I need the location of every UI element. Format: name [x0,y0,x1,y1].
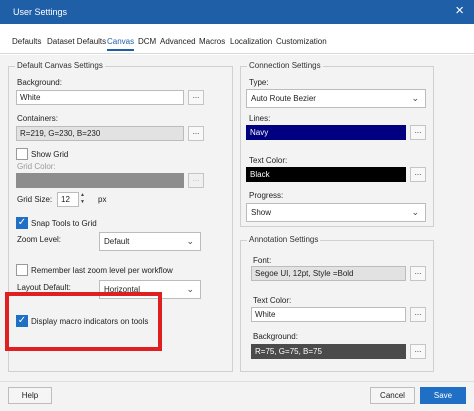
chevron-down-icon: ⌄ [186,284,194,294]
containers-label: Containers: [17,114,58,123]
close-icon[interactable]: × [455,3,464,19]
type-value: Auto Route Bezier [251,94,316,103]
background-value: White [20,93,41,102]
show-grid-label: Show Grid [31,150,69,159]
annotation-text-color-browse-button[interactable]: ... [410,307,426,322]
annotation-background-browse-button[interactable]: ... [410,344,426,359]
annotation-background-label: Background: [253,332,298,341]
help-button[interactable]: Help [8,387,52,404]
type-select[interactable]: Auto Route Bezier ⌄ [246,89,426,108]
font-browse-button[interactable]: ... [410,266,426,281]
annotation-background-value: R=75, G=75, B=75 [255,347,322,356]
grid-color-browse-button: ... [188,173,204,188]
progress-label: Progress: [249,191,284,200]
canvas-settings-legend: Default Canvas Settings [15,61,105,70]
zoom-level-value: Default [104,237,130,246]
containers-browse-button[interactable]: ... [188,126,204,141]
text-color-value: Black [250,170,270,179]
containers-field[interactable]: R=219, G=230, B=230 [16,126,184,141]
connection-settings-legend: Connection Settings [247,61,323,70]
save-button[interactable]: Save [420,387,466,404]
lines-field[interactable]: Navy [246,125,406,140]
progress-select[interactable]: Show ⌄ [246,203,426,222]
font-value: Segoe UI, 12pt, Style =Bold [255,269,354,278]
background-browse-button[interactable]: ... [188,90,204,105]
background-label: Background: [17,78,62,87]
tab-canvas[interactable]: Canvas [107,37,135,51]
remember-zoom-label: Remember last zoom level per workflow [31,266,173,275]
tab-defaults[interactable]: Defaults [12,37,41,46]
lines-label: Lines: [249,114,271,123]
chevron-down-icon: ⌄ [411,93,419,103]
annotation-text-color-label: Text Color: [253,296,292,305]
tab-advanced[interactable]: Advanced [160,37,196,46]
show-grid-checkbox[interactable] [16,148,28,160]
tab-dcm[interactable]: DCM [138,37,156,46]
title-bar: User Settings × [0,0,474,24]
background-field[interactable]: White [16,90,184,105]
grid-color-label: Grid Color: [17,162,56,171]
tab-localization[interactable]: Localization [230,37,272,46]
window-title: User Settings [13,7,68,17]
containers-value: R=219, G=230, B=230 [20,129,101,138]
zoom-level-label: Zoom Level: [17,235,62,244]
snap-to-grid-label: Snap Tools to Grid [31,219,97,228]
chevron-down-icon: ⌄ [186,236,194,246]
grid-color-field [16,173,184,188]
remember-zoom-checkbox[interactable] [16,264,28,276]
text-color-label: Text Color: [249,156,288,165]
tab-customization[interactable]: Customization [276,37,327,46]
annotation-background-field[interactable]: R=75, G=75, B=75 [251,344,406,359]
font-field[interactable]: Segoe UI, 12pt, Style =Bold [251,266,406,281]
font-label: Font: [253,256,272,265]
chevron-down-icon: ⌄ [411,207,419,217]
layout-default-label: Layout Default: [17,283,71,292]
zoom-level-select[interactable]: Default ⌄ [99,232,201,251]
grid-size-input[interactable]: 12 [57,192,79,207]
annotation-text-color-field[interactable]: White [251,307,406,322]
text-color-browse-button[interactable]: ... [410,167,426,182]
type-label: Type: [249,78,269,87]
progress-value: Show [251,208,272,217]
lines-value: Navy [250,128,269,137]
lines-browse-button[interactable]: ... [410,125,426,140]
annotation-settings-legend: Annotation Settings [247,235,321,244]
highlight-box [5,292,162,351]
annotation-text-color-value: White [255,310,276,319]
tab-bar: Defaults Dataset Defaults Canvas DCM Adv… [0,24,474,54]
text-color-field[interactable]: Black [246,167,406,182]
tab-macros[interactable]: Macros [199,37,225,46]
cancel-button[interactable]: Cancel [370,387,415,404]
tab-dataset-defaults[interactable]: Dataset Defaults [47,37,106,46]
snap-to-grid-checkbox[interactable]: ✓ [16,217,28,229]
grid-size-stepper[interactable]: ▲ ▼ [78,192,87,207]
grid-size-unit: px [98,195,107,204]
grid-size-label: Grid Size: [17,195,53,204]
